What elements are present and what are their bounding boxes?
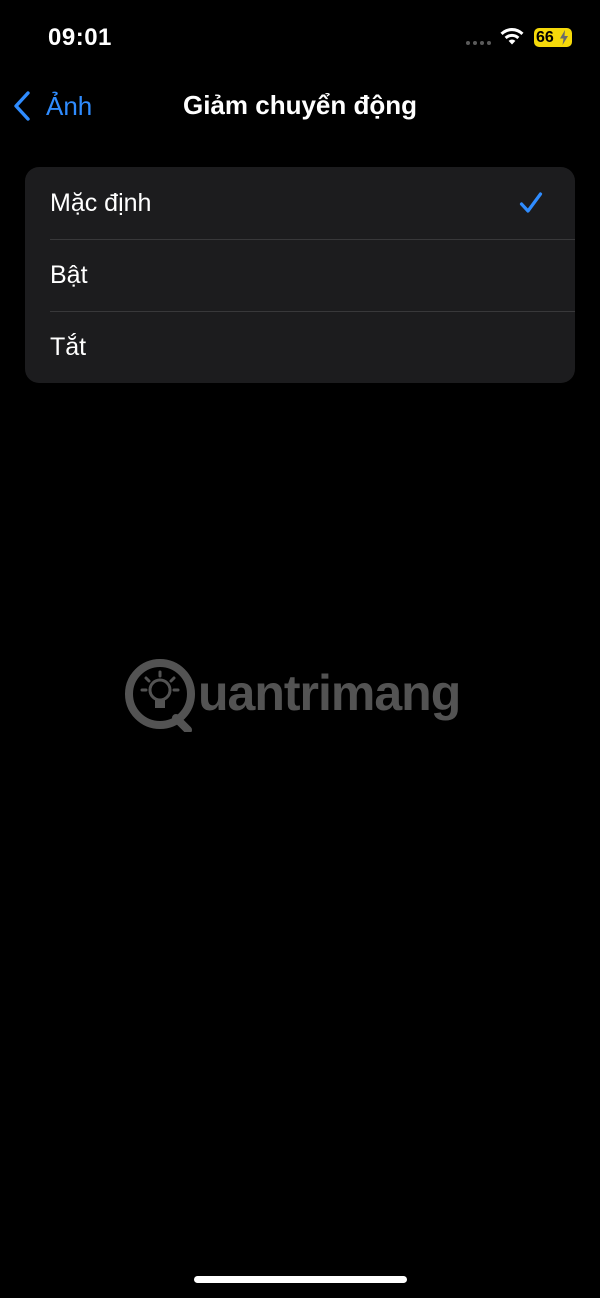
page-title: Giảm chuyển động [182, 90, 418, 120]
wifi-icon [500, 28, 524, 45]
signal-dots-icon [466, 41, 491, 45]
watermark-text: uantrimang [198, 665, 461, 721]
status-time: 09:01 [48, 24, 112, 51]
option-default[interactable]: Mặc định [25, 167, 575, 239]
status-bar: 09:01 66 [0, 0, 600, 76]
option-off[interactable]: Tắt [25, 311, 575, 383]
nav-bar: Ảnh Giảm chuyển động [0, 76, 600, 136]
option-label: Mặc định [50, 188, 152, 217]
home-indicator[interactable] [194, 1276, 407, 1283]
option-label: Bật [50, 260, 88, 289]
options-group: Mặc định Bật Tắt [25, 167, 575, 383]
battery-charging-icon: 66 [534, 28, 572, 47]
option-label: Tắt [50, 332, 87, 361]
battery-level: 66 [536, 29, 554, 46]
lightbulb-logo-icon [125, 659, 195, 732]
checkmark-icon [519, 192, 543, 213]
watermark: uantrimang [124, 656, 474, 736]
option-on[interactable]: Bật [25, 239, 575, 311]
bolt-icon [560, 30, 568, 45]
